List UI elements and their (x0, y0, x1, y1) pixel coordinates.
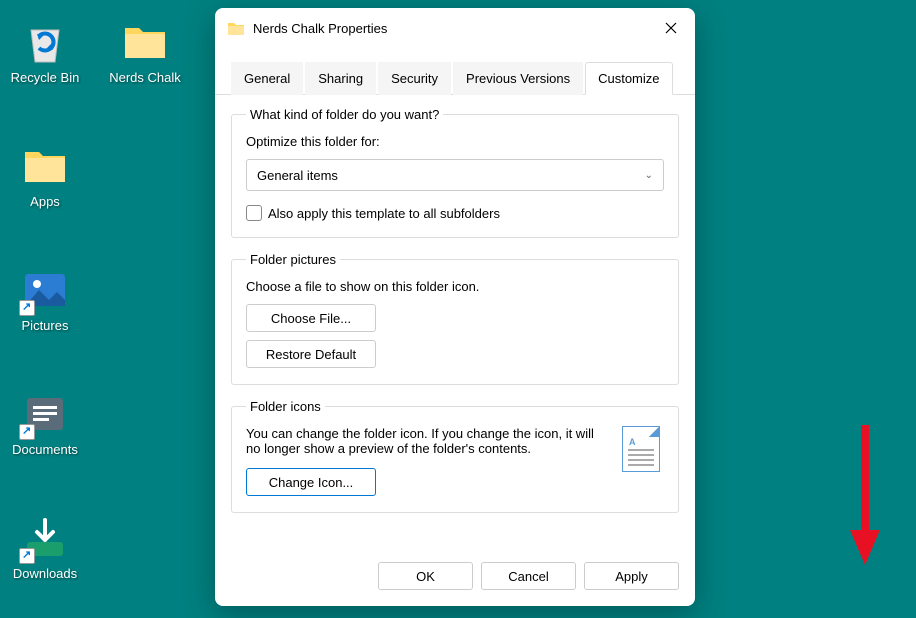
tab-sharing[interactable]: Sharing (305, 62, 376, 95)
desktop-icon-label: Downloads (0, 566, 90, 581)
cancel-button[interactable]: Cancel (481, 562, 576, 590)
desktop-icon-apps[interactable]: Apps (0, 142, 90, 209)
optimize-dropdown[interactable]: General items ⌄ (246, 159, 664, 191)
shortcut-arrow-icon (19, 548, 35, 564)
restore-default-button[interactable]: Restore Default (246, 340, 376, 368)
tab-customize[interactable]: Customize (585, 62, 672, 95)
tabs: General Sharing Security Previous Versio… (215, 62, 695, 95)
desktop-icon-label: Recycle Bin (0, 70, 90, 85)
desktop-icon-label: Nerds Chalk (100, 70, 190, 85)
close-button[interactable] (659, 16, 683, 40)
folder-pictures-section: Folder pictures Choose a file to show on… (231, 252, 679, 385)
folder-icon (227, 21, 245, 36)
desktop-icon-recycle-bin[interactable]: Recycle Bin (0, 18, 90, 85)
pictures-icon (21, 266, 69, 314)
folder-icon (121, 18, 169, 66)
folder-pictures-text: Choose a file to show on this folder ico… (246, 279, 664, 294)
desktop-icon-documents[interactable]: Documents (0, 390, 90, 457)
choose-file-button[interactable]: Choose File... (246, 304, 376, 332)
desktop-icon-label: Apps (0, 194, 90, 209)
annotation-arrow (845, 420, 885, 570)
folder-kind-section: What kind of folder do you want? Optimiz… (231, 107, 679, 238)
close-icon (665, 22, 677, 34)
folder-pictures-legend: Folder pictures (246, 252, 340, 267)
shortcut-arrow-icon (19, 424, 35, 440)
apply-subfolders-row: Also apply this template to all subfolde… (246, 205, 664, 221)
downloads-icon (21, 514, 69, 562)
optimize-label: Optimize this folder for: (246, 134, 664, 149)
shortcut-arrow-icon (19, 300, 35, 316)
apply-subfolders-label: Also apply this template to all subfolde… (268, 206, 500, 221)
documents-icon (21, 390, 69, 438)
tab-security[interactable]: Security (378, 62, 451, 95)
dialog-content: What kind of folder do you want? Optimiz… (215, 95, 695, 550)
desktop-icon-label: Documents (0, 442, 90, 457)
desktop-icon-downloads[interactable]: Downloads (0, 514, 90, 581)
chevron-down-icon: ⌄ (645, 170, 653, 181)
folder-icons-text: You can change the folder icon. If you c… (246, 426, 622, 456)
desktop-icon-nerds-chalk[interactable]: Nerds Chalk (100, 18, 190, 85)
dialog-title: Nerds Chalk Properties (253, 21, 659, 36)
tab-general[interactable]: General (231, 62, 303, 95)
desktop-icon-pictures[interactable]: Pictures (0, 266, 90, 333)
change-icon-button[interactable]: Change Icon... (246, 468, 376, 496)
recycle-bin-icon (21, 18, 69, 66)
dialog-button-row: OK Cancel Apply (215, 550, 695, 606)
ok-button[interactable]: OK (378, 562, 473, 590)
folder-icons-section: Folder icons You can change the folder i… (231, 399, 679, 513)
folder-kind-legend: What kind of folder do you want? (246, 107, 443, 122)
apply-subfolders-checkbox[interactable] (246, 205, 262, 221)
folder-icon (21, 142, 69, 190)
titlebar: Nerds Chalk Properties (215, 8, 695, 48)
folder-icons-legend: Folder icons (246, 399, 325, 414)
apply-button[interactable]: Apply (584, 562, 679, 590)
desktop-icon-label: Pictures (0, 318, 90, 333)
dropdown-value: General items (257, 168, 338, 183)
properties-dialog: Nerds Chalk Properties General Sharing S… (215, 8, 695, 606)
tab-previous-versions[interactable]: Previous Versions (453, 62, 583, 95)
document-preview-icon: A (622, 426, 660, 472)
